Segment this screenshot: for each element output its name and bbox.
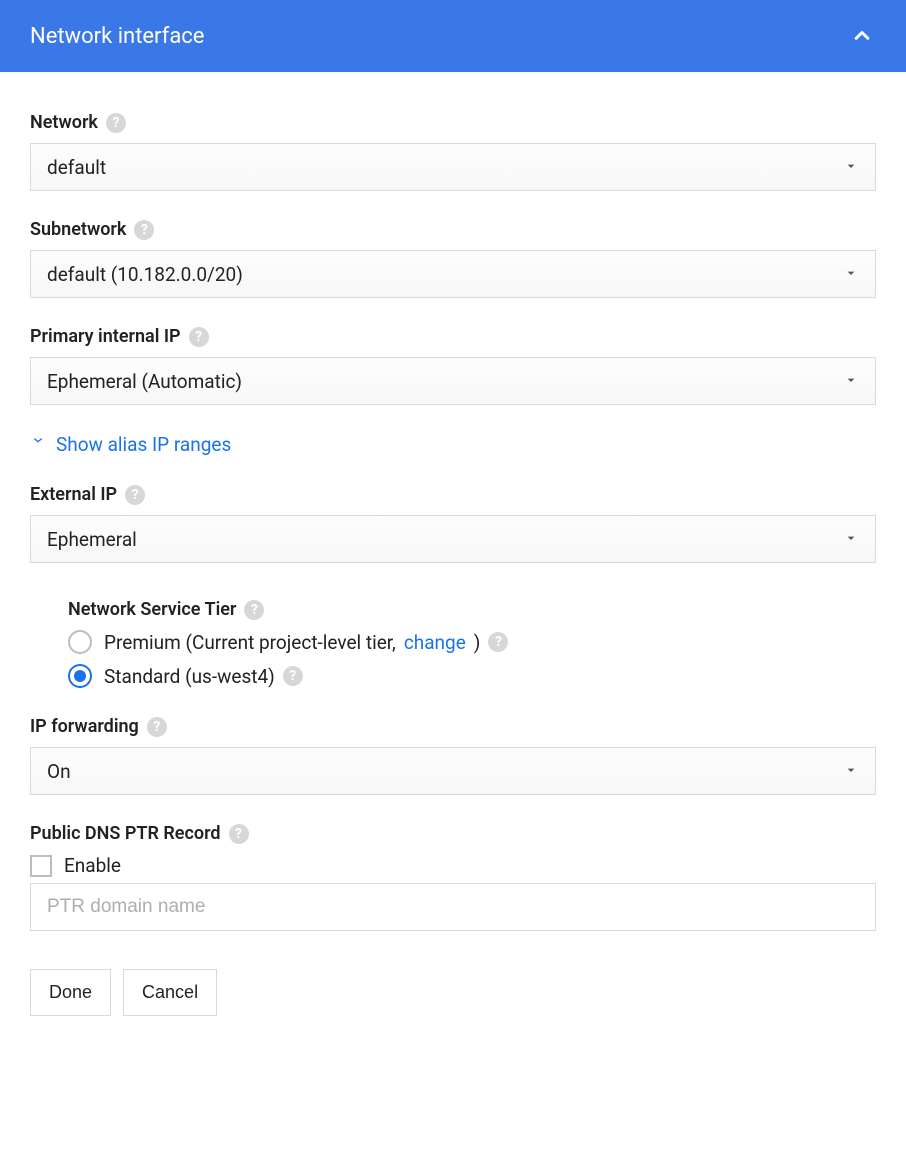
help-icon[interactable]: ? — [134, 220, 154, 240]
external-ip-label: External IP — [30, 484, 117, 505]
network-select[interactable]: default — [30, 143, 876, 191]
chevron-down-icon — [843, 760, 859, 783]
panel-header: Network interface — [0, 0, 906, 72]
subnetwork-select-value: default (10.182.0.0/20) — [47, 263, 243, 286]
help-icon[interactable]: ? — [189, 327, 209, 347]
primary-internal-ip-field: Primary internal IP ? Ephemeral (Automat… — [30, 326, 876, 405]
primary-internal-ip-value: Ephemeral (Automatic) — [47, 370, 242, 393]
ip-forwarding-value: On — [47, 760, 71, 783]
help-icon[interactable]: ? — [283, 666, 303, 686]
chevron-down-icon — [843, 263, 859, 286]
chevron-up-icon[interactable] — [848, 22, 876, 50]
network-select-value: default — [47, 156, 106, 179]
tier-standard-row[interactable]: Standard (us-west4) ? — [68, 664, 876, 688]
network-service-tier-label: Network Service Tier — [68, 599, 236, 620]
help-icon[interactable]: ? — [488, 632, 508, 652]
done-button[interactable]: Done — [30, 969, 111, 1016]
primary-internal-ip-label: Primary internal IP — [30, 326, 181, 347]
network-service-tier-section: Network Service Tier ? Premium (Current … — [30, 599, 876, 688]
ip-forwarding-select[interactable]: On — [30, 747, 876, 795]
help-icon[interactable]: ? — [125, 485, 145, 505]
ptr-domain-input[interactable] — [30, 883, 876, 931]
cancel-button[interactable]: Cancel — [123, 969, 217, 1016]
tier-premium-row[interactable]: Premium (Current project-level tier, cha… — [68, 630, 876, 654]
help-icon[interactable]: ? — [229, 824, 249, 844]
chevron-down-icon — [843, 528, 859, 551]
radio-premium[interactable] — [68, 630, 92, 654]
external-ip-select[interactable]: Ephemeral — [30, 515, 876, 563]
network-field: Network ? default — [30, 112, 876, 191]
chevron-down-icon — [843, 370, 859, 393]
enable-ptr-checkbox[interactable] — [30, 855, 52, 877]
public-dns-ptr-field: Public DNS PTR Record ? Enable — [30, 823, 876, 931]
subnetwork-label: Subnetwork — [30, 219, 126, 240]
ip-forwarding-field: IP forwarding ? On — [30, 716, 876, 795]
chevron-down-icon — [843, 156, 859, 179]
network-label: Network — [30, 112, 98, 133]
subnetwork-select[interactable]: default (10.182.0.0/20) — [30, 250, 876, 298]
primary-internal-ip-select[interactable]: Ephemeral (Automatic) — [30, 357, 876, 405]
help-icon[interactable]: ? — [244, 600, 264, 620]
external-ip-value: Ephemeral — [47, 528, 137, 551]
tier-standard-label: Standard (us-west4) ? — [104, 665, 303, 688]
tier-premium-label: Premium (Current project-level tier, cha… — [104, 631, 508, 654]
panel-body: Network ? default Subnetwork ? default (… — [0, 72, 906, 1056]
double-chevron-down-icon — [30, 433, 46, 456]
public-dns-ptr-label: Public DNS PTR Record — [30, 823, 221, 844]
enable-ptr-row[interactable]: Enable — [30, 854, 876, 877]
external-ip-field: External IP ? Ephemeral — [30, 484, 876, 563]
panel-title: Network interface — [30, 24, 204, 49]
subnetwork-field: Subnetwork ? default (10.182.0.0/20) — [30, 219, 876, 298]
radio-standard[interactable] — [68, 664, 92, 688]
ip-forwarding-label: IP forwarding — [30, 716, 139, 737]
help-icon[interactable]: ? — [106, 113, 126, 133]
enable-ptr-label: Enable — [64, 854, 121, 877]
change-tier-link[interactable]: change — [404, 631, 466, 654]
button-row: Done Cancel — [30, 969, 876, 1016]
help-icon[interactable]: ? — [147, 717, 167, 737]
alias-link-text: Show alias IP ranges — [56, 433, 231, 456]
show-alias-ip-ranges-link[interactable]: Show alias IP ranges — [30, 433, 876, 456]
